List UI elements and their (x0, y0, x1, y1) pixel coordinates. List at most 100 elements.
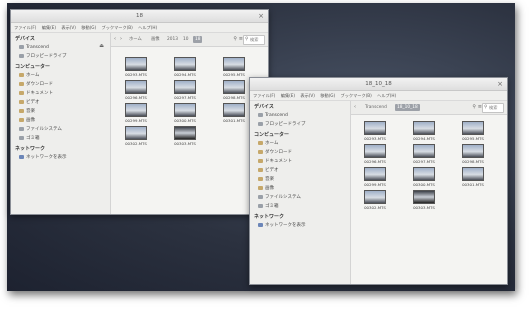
zoom-icon[interactable]: ⚲ (233, 36, 237, 43)
menu-bookmarks[interactable]: ブックマーク(B) (341, 93, 372, 98)
search-input[interactable]: ⚲ 検索 (243, 35, 265, 45)
menu-go[interactable]: 移動(G) (320, 93, 335, 98)
menu-view[interactable]: 表示(V) (300, 93, 315, 98)
sidebar-item-filesystem[interactable]: ファイルシステム (11, 125, 110, 134)
sidebar-heading-devices: デバイス (254, 104, 274, 110)
window-2-menubar: ファイル(F) 編集(E) 表示(V) 移動(G) ブックマーク(B) ヘルプ(… (250, 91, 507, 101)
sidebar-item-downloads[interactable]: ダウンロード (11, 80, 110, 89)
file-item[interactable]: 00302.MTS (122, 126, 150, 146)
back-arrow-icon[interactable]: ‹ (114, 36, 116, 43)
folder-icon (258, 176, 263, 181)
file-name: 00303.MTS (413, 205, 435, 210)
file-item[interactable]: 00297.MTS (171, 80, 199, 100)
file-item[interactable]: 00301.MTS (459, 167, 487, 187)
zoom-icon[interactable]: ⚲ (472, 104, 476, 111)
menu-help[interactable]: ヘルプ(H) (377, 93, 396, 98)
file-item[interactable]: 00303.MTS (171, 126, 199, 146)
breadcrumb-pictures[interactable]: 画像 (149, 36, 162, 43)
menu-help[interactable]: ヘルプ(H) (138, 25, 157, 30)
breadcrumb-home[interactable]: ホーム (127, 36, 144, 43)
breadcrumb-18[interactable]: 18 (193, 36, 203, 43)
file-item[interactable]: 00299.MTS (361, 167, 389, 187)
window-1-title: 18 (136, 13, 143, 19)
sidebar-item-trash[interactable]: ゴミ箱 (11, 134, 110, 143)
file-item[interactable]: 00294.MTS (410, 121, 438, 141)
file-manager-window-1[interactable]: 18 × ファイル(F) 編集(E) 表示(V) 移動(G) ブックマーク(B)… (10, 9, 269, 215)
file-item[interactable]: 00300.MTS (171, 103, 199, 123)
sidebar-item-videos[interactable]: ビデオ (250, 166, 350, 175)
sidebar-item-videos[interactable]: ビデオ (11, 98, 110, 107)
sidebar-item-home[interactable]: ホーム (11, 71, 110, 80)
sidebar-item-music[interactable]: 音楽 (11, 107, 110, 116)
sidebar-item-floppy[interactable]: フロッピードライブ (250, 120, 350, 129)
video-thumbnail (364, 144, 386, 158)
sidebar-heading-computer: コンピューター (254, 132, 290, 138)
search-icon: ⚲ (245, 37, 249, 42)
file-item[interactable]: 00295.MTS (459, 121, 487, 141)
sidebar-item-pictures[interactable]: 画像 (250, 184, 350, 193)
sidebar-item-downloads[interactable]: ダウンロード (250, 148, 350, 157)
breadcrumb-18-10-18[interactable]: 18_10_18 (395, 104, 420, 111)
file-name: 00296.MTS (125, 95, 147, 100)
home-folder-icon (19, 72, 24, 77)
sidebar-item-music[interactable]: 音楽 (250, 175, 350, 184)
file-item[interactable]: 00295.MTS (220, 57, 248, 77)
back-arrow-icon[interactable]: ‹ (354, 104, 356, 111)
sidebar-item-documents[interactable]: ドキュメント (250, 157, 350, 166)
file-item[interactable]: 00293.MTS (122, 57, 150, 77)
search-input[interactable]: ⚲ 検索 (482, 103, 504, 113)
file-item[interactable]: 00296.MTS (361, 144, 389, 164)
video-thumbnail (125, 103, 147, 117)
window-2-titlebar[interactable]: 18_10_18 × (250, 78, 507, 91)
search-icon: ⚲ (484, 105, 488, 110)
sidebar-item-browse-network[interactable]: ネットワークを表示 (11, 153, 110, 162)
file-item[interactable]: 00298.MTS (220, 80, 248, 100)
close-icon[interactable]: × (258, 10, 264, 22)
menu-edit[interactable]: 編集(E) (42, 25, 56, 30)
sidebar-item-floppy[interactable]: フロッピードライブ (11, 52, 110, 61)
file-name: 00301.MTS (223, 118, 245, 123)
sidebar-item-browse-network[interactable]: ネットワークを表示 (250, 221, 350, 230)
sidebar-item-transcend[interactable]: Transcend (250, 111, 350, 120)
sidebar-heading-devices: デバイス (15, 36, 35, 42)
sidebar-item-transcend[interactable]: Transcend ⏏ (11, 43, 110, 52)
menu-go[interactable]: 移動(G) (81, 25, 96, 30)
file-item[interactable]: 00299.MTS (122, 103, 150, 123)
filesystem-icon (19, 126, 24, 131)
window-1-titlebar[interactable]: 18 × (11, 10, 268, 23)
menu-view[interactable]: 表示(V) (61, 25, 76, 30)
sidebar-item-trash[interactable]: ゴミ箱 (250, 202, 350, 211)
sidebar-item-pictures[interactable]: 画像 (11, 116, 110, 125)
menu-file[interactable]: ファイル(F) (253, 93, 275, 98)
file-item[interactable]: 00297.MTS (410, 144, 438, 164)
sidebar-item-documents[interactable]: ドキュメント (11, 89, 110, 98)
trash-icon (19, 135, 24, 140)
window-1-sidebar: デバイス Transcend ⏏ フロッピードライブ コンピューター ホーム ダウ… (11, 33, 111, 214)
menu-file[interactable]: ファイル(F) (14, 25, 36, 30)
file-manager-window-2[interactable]: 18_10_18 × ファイル(F) 編集(E) 表示(V) 移動(G) ブック… (249, 77, 508, 285)
folder-icon (258, 185, 263, 190)
breadcrumb-2013[interactable]: 2013 (165, 36, 180, 43)
file-item[interactable]: 00302.MTS (361, 190, 389, 210)
breadcrumb-10[interactable]: 10 (181, 36, 190, 43)
menu-bookmarks[interactable]: ブックマーク(B) (102, 25, 133, 30)
window-1-menubar: ファイル(F) 編集(E) 表示(V) 移動(G) ブックマーク(B) ヘルプ(… (11, 23, 268, 33)
sidebar-item-home[interactable]: ホーム (250, 139, 350, 148)
video-thumbnail (223, 80, 245, 94)
file-name: 00293.MTS (125, 72, 147, 77)
file-item[interactable]: 00300.MTS (410, 167, 438, 187)
close-icon[interactable]: × (497, 78, 503, 90)
sidebar-item-filesystem[interactable]: ファイルシステム (250, 193, 350, 202)
folder-icon (258, 149, 263, 154)
eject-icon[interactable]: ⏏ (99, 43, 104, 50)
file-item[interactable]: 00296.MTS (122, 80, 150, 100)
file-item[interactable]: 00294.MTS (171, 57, 199, 77)
file-item[interactable]: 00298.MTS (459, 144, 487, 164)
file-item[interactable]: 00301.MTS (220, 103, 248, 123)
forward-arrow-icon[interactable]: › (120, 36, 122, 43)
file-item[interactable]: 00303.MTS (410, 190, 438, 210)
file-item[interactable]: 00293.MTS (361, 121, 389, 141)
menu-edit[interactable]: 編集(E) (281, 93, 295, 98)
video-thumbnail (413, 144, 435, 158)
breadcrumb-transcend[interactable]: Transcend (363, 104, 389, 111)
